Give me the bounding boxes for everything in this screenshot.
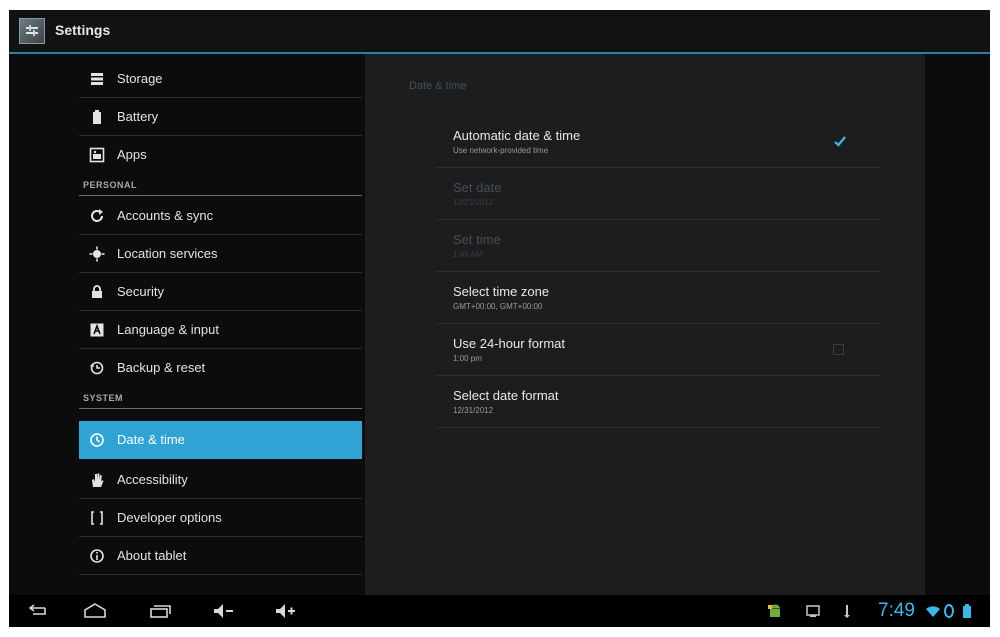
action-bar: Settings [9, 10, 990, 54]
sidebar-item-date-time[interactable]: Date & time [79, 421, 362, 459]
sidebar-item-label: Backup & reset [117, 360, 206, 375]
sidebar-item-battery[interactable]: Battery [79, 98, 362, 136]
sidebar-item-label: Security [117, 284, 164, 299]
recent-apps-icon[interactable] [145, 601, 173, 621]
sidebar-item-language-input[interactable]: Language & input [79, 311, 362, 349]
app-title: Settings [55, 22, 111, 38]
sidebar-item-label: Battery [117, 109, 159, 124]
home-icon[interactable] [81, 601, 109, 621]
clock-icon [90, 433, 104, 447]
info-icon [90, 549, 104, 563]
pref-select-date-format[interactable]: Select date format 12/31/2012 [435, 376, 881, 428]
sidebar-item-label: Language & input [117, 322, 219, 337]
battery-icon [93, 110, 101, 124]
sidebar-item-label: Accounts & sync [117, 208, 214, 223]
pref-title: Use 24-hour format [453, 336, 565, 351]
keyboard-icon [90, 323, 104, 337]
sidebar-item-label: Accessibility [117, 472, 188, 487]
sidebar-item-about-tablet[interactable]: About tablet [79, 537, 362, 575]
pref-set-date[interactable]: Set date 12/21/2012 [435, 168, 881, 220]
pref-summary: Use network-provided time [453, 146, 549, 155]
pref-title: Automatic date & time [453, 128, 581, 143]
storage-icon [91, 73, 103, 85]
pref-summary: 1:00 pm [453, 354, 482, 363]
volume-down-icon[interactable] [209, 601, 237, 621]
sidebar-item-location-services[interactable]: Location services [79, 235, 362, 273]
settings-content: Storage Battery Apps PERSONAL Accounts &… [9, 54, 990, 595]
pref-set-time[interactable]: Set time 1:49 AM [435, 220, 881, 272]
pref-automatic-date-time[interactable]: Automatic date & time Use network-provid… [435, 116, 881, 168]
date-time-panel: Date & time Automatic date & time Use ne… [365, 54, 925, 595]
panel-edge [925, 54, 990, 595]
status-clock[interactable]: 7:49 [878, 600, 915, 622]
sidebar-item-label: Date & time [117, 432, 185, 447]
hand-icon [92, 473, 104, 487]
sidebar-item-storage[interactable]: Storage [79, 60, 362, 98]
location-icon [89, 246, 105, 262]
sidebar-item-label: Apps [117, 147, 147, 162]
tablet-screen: Settings Storage Battery Apps PERSONAL A… [9, 10, 990, 627]
sync-icon [91, 209, 103, 222]
pref-summary: 1:49 AM [453, 250, 483, 259]
android-notification-icon[interactable] [767, 603, 783, 619]
pref-summary: 12/31/2012 [453, 406, 494, 415]
lock-icon [92, 285, 102, 298]
settings-app-icon[interactable] [19, 18, 45, 44]
sidebar-item-label: Storage [117, 71, 163, 86]
battery-status-icon [963, 604, 971, 618]
sidebar-item-label: Developer options [117, 510, 222, 525]
sidebar-item-security[interactable]: Security [79, 273, 362, 311]
sidebar-item-label: Location services [117, 246, 218, 261]
screenshot-notification-icon[interactable] [805, 603, 821, 619]
pref-title: Set date [453, 180, 502, 195]
sidebar-item-accounts-sync[interactable]: Accounts & sync [79, 197, 362, 235]
settings-sidebar: Storage Battery Apps PERSONAL Accounts &… [79, 54, 362, 595]
braces-icon [91, 511, 103, 525]
usb-notification-icon[interactable] [839, 603, 855, 619]
section-header-personal: PERSONAL [79, 174, 362, 196]
volume-up-icon[interactable] [271, 601, 299, 621]
system-bar: 7:49 [9, 595, 990, 627]
checkmark-icon[interactable] [833, 134, 847, 148]
pref-select-time-zone[interactable]: Select time zone GMT+00:00, GMT+00:00 [435, 272, 881, 324]
backup-icon [90, 361, 104, 375]
panel-title: Date & time [409, 80, 467, 92]
pref-use-24-hour-format[interactable]: Use 24-hour format 1:00 pm [435, 324, 881, 376]
pref-title: Set time [453, 232, 501, 247]
pref-summary: 12/21/2012 [453, 198, 494, 207]
section-header-system: SYSTEM [79, 387, 362, 409]
back-icon[interactable] [23, 601, 51, 621]
wifi-icon [926, 606, 940, 617]
sidebar-item-developer-options[interactable]: Developer options [79, 499, 362, 537]
signal-zero-icon [944, 604, 954, 618]
sidebar-item-accessibility[interactable]: Accessibility [79, 461, 362, 499]
checkbox[interactable] [833, 344, 844, 355]
apps-icon [89, 147, 105, 163]
sidebar-item-backup-reset[interactable]: Backup & reset [79, 349, 362, 387]
pref-title: Select date format [453, 388, 559, 403]
pref-title: Select time zone [453, 284, 550, 299]
sidebar-item-apps[interactable]: Apps [79, 136, 362, 174]
sidebar-item-label: About tablet [117, 548, 187, 563]
pref-summary: GMT+00:00, GMT+00:00 [453, 302, 543, 311]
